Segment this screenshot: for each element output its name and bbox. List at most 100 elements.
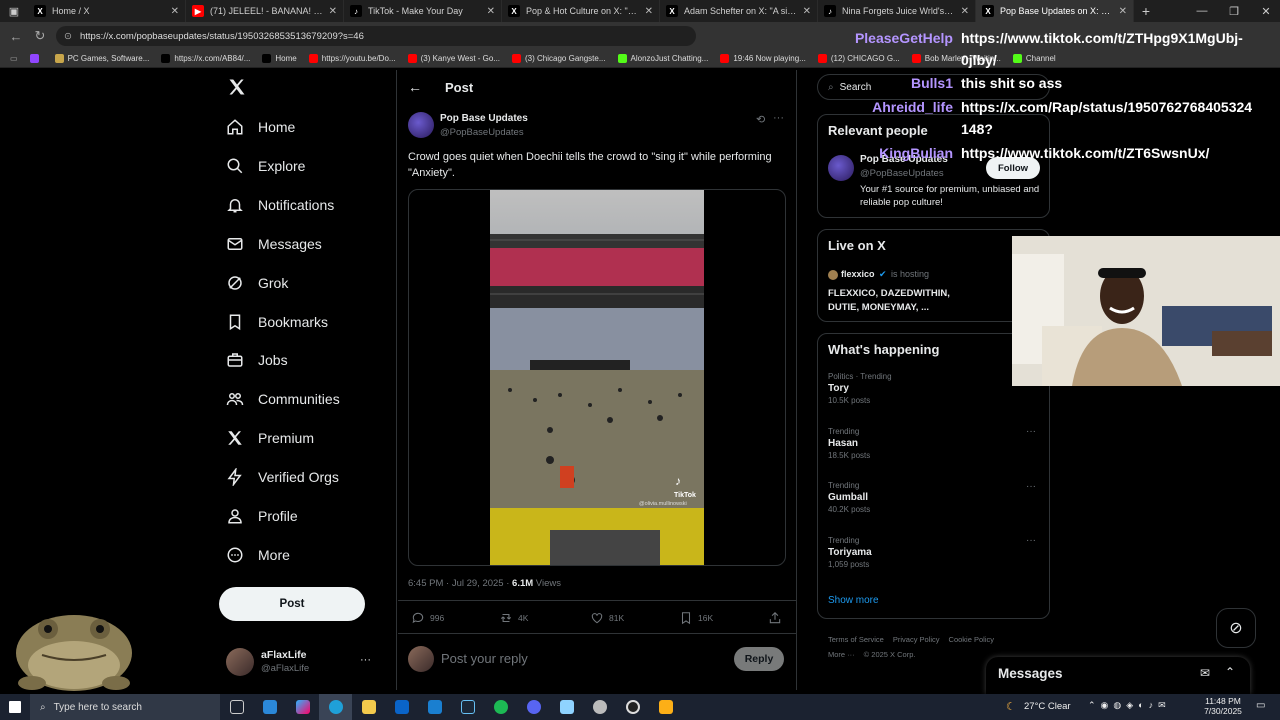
nav-item-messages[interactable]: Messages: [226, 235, 322, 253]
close-tab-icon[interactable]: ✕: [171, 6, 179, 17]
bookmark-action[interactable]: 16K: [679, 611, 713, 625]
bookmark-item[interactable]: https://youtu.be/Do...: [308, 54, 396, 63]
footer-link[interactable]: Terms of Service: [828, 635, 884, 644]
trend-more-icon[interactable]: ···: [1026, 535, 1036, 546]
trend-item[interactable]: Politics · Trending Tory 10.5K posts: [828, 372, 892, 405]
clock[interactable]: 11:48 PM 7/30/2025: [1200, 696, 1246, 716]
trend-item[interactable]: Trending Toriyama 1,059 posts: [828, 536, 872, 569]
repost-action[interactable]: 4K: [499, 611, 528, 625]
back-arrow-icon[interactable]: ←: [8, 29, 24, 44]
x-logo-icon[interactable]: [227, 77, 247, 102]
tab-2[interactable]: ♪ TikTok - Make Your Day ✕: [344, 0, 502, 22]
nav-item-verified-orgs[interactable]: Verified Orgs: [226, 468, 339, 487]
bookmark-item[interactable]: (3) Kanye West - Go...: [407, 54, 500, 63]
nav-item-jobs[interactable]: Jobs: [226, 351, 288, 369]
trend-more-icon[interactable]: ···: [1026, 481, 1036, 492]
relevant-handle[interactable]: @PopBaseUpdates: [860, 168, 944, 179]
maximize-button[interactable]: ❐: [1218, 0, 1250, 22]
tab-0[interactable]: X Home / X ✕: [28, 0, 186, 22]
system-tray[interactable]: ⌃◉◍◈◐♪✉: [1088, 700, 1171, 711]
microsoft-store-icon[interactable]: [253, 694, 286, 720]
grok-icon[interactable]: ⟲: [756, 113, 765, 126]
tab-6[interactable]: X Pop Base Updates on X: "Cr ✕: [976, 0, 1134, 22]
tab-5[interactable]: ♪ Nina Forgets Juice Wrld's Passing ✕: [818, 0, 976, 22]
author-handle[interactable]: @PopBaseUpdates: [440, 127, 524, 138]
settings-icon[interactable]: [583, 694, 616, 720]
nav-item-premium[interactable]: Premium: [226, 429, 314, 447]
site-info-icon[interactable]: ⊙: [64, 31, 72, 42]
video-player[interactable]: ♪ TikTok @olivia.mullinowski: [408, 189, 786, 566]
close-tab-icon[interactable]: ✕: [961, 6, 969, 17]
footer-link[interactable]: Privacy Policy: [893, 635, 940, 644]
calculator-icon[interactable]: [418, 694, 451, 720]
post-more-icon[interactable]: ···: [773, 112, 784, 124]
footer-link[interactable]: © 2025 X Corp.: [864, 650, 916, 659]
nav-item-communities[interactable]: Communities: [226, 390, 340, 408]
grok-float-button[interactable]: ⊘: [1216, 608, 1256, 648]
nav-item-explore[interactable]: Explore: [226, 157, 305, 175]
author-avatar[interactable]: [408, 112, 434, 138]
close-tab-icon[interactable]: ✕: [487, 6, 495, 17]
bookmark-item[interactable]: https://x.com/AB84/...: [161, 54, 250, 63]
reply-button[interactable]: Reply: [734, 647, 784, 671]
nav-item-bookmarks[interactable]: Bookmarks: [226, 313, 328, 331]
messages-drawer[interactable]: Messages ✉ ⌃: [986, 657, 1250, 694]
file-explorer-icon[interactable]: [352, 694, 385, 720]
show-more-link[interactable]: Show more: [828, 595, 879, 606]
author-name[interactable]: Pop Base Updates: [440, 113, 528, 124]
rockstar-icon[interactable]: [649, 694, 682, 720]
live-host[interactable]: flexxico: [841, 269, 875, 279]
footer-link[interactable]: Cookie Policy: [949, 635, 994, 644]
like-action[interactable]: 81K: [590, 611, 624, 625]
collapse-icon[interactable]: ⌃: [1225, 665, 1235, 679]
tab-1[interactable]: ▶ (71) JELEEL! - BANANA! (Official V ✕: [186, 0, 344, 22]
taskbar-search[interactable]: ⌕ Type here to search: [30, 694, 220, 720]
bookmark-item[interactable]: [29, 54, 43, 63]
outlook-icon[interactable]: [385, 694, 418, 720]
bookmark-item[interactable]: (3) Chicago Gangste...: [512, 54, 606, 63]
reply-action[interactable]: 996: [411, 611, 444, 625]
footer-link[interactable]: More ···: [828, 650, 855, 659]
tab-3[interactable]: X Pop & Hot Culture on X: "The be ✕: [502, 0, 660, 22]
nav-item-more[interactable]: More: [226, 546, 290, 564]
url-field[interactable]: ⊙ https://x.com/popbaseupdates/status/19…: [56, 26, 696, 46]
trend-item[interactable]: Trending Gumball 40.2K posts: [828, 481, 870, 514]
bookmark-item[interactable]: PC Games, Software...: [54, 54, 149, 63]
close-tab-icon[interactable]: ✕: [329, 6, 337, 17]
reply-input[interactable]: Post your reply: [441, 651, 528, 666]
nav-item-notifications[interactable]: Notifications: [226, 196, 334, 214]
trend-more-icon[interactable]: ···: [1026, 426, 1036, 437]
obs-icon[interactable]: [616, 694, 649, 720]
close-tab-icon[interactable]: ✕: [645, 6, 653, 17]
bookmark-item[interactable]: 19:46 Now playing...: [720, 54, 806, 63]
copilot-icon[interactable]: [286, 694, 319, 720]
apps-icon[interactable]: ▭: [10, 54, 18, 63]
tab-4[interactable]: X Adam Schefter on X: "A significa ✕: [660, 0, 818, 22]
post-button[interactable]: Post: [219, 587, 365, 621]
app-icon[interactable]: [550, 694, 583, 720]
refresh-icon[interactable]: ↻: [32, 28, 48, 44]
compose-message-icon[interactable]: ✉: [1200, 666, 1210, 680]
close-tab-icon[interactable]: ✕: [803, 6, 811, 17]
close-window-button[interactable]: ✕: [1250, 0, 1280, 22]
weather-text[interactable]: 27°C Clear: [1024, 701, 1071, 712]
notification-icon[interactable]: ▭: [1256, 700, 1265, 711]
live-space-title[interactable]: FLEXXICO, DAZEDWITHIN, DUTIE, MONEYMAY, …: [828, 287, 978, 315]
minimize-button[interactable]: —: [1186, 0, 1218, 22]
close-tab-icon[interactable]: ✕: [1119, 6, 1127, 17]
bookmark-item[interactable]: AlonzoJust Chatting...: [617, 54, 708, 63]
steam-icon[interactable]: [451, 694, 484, 720]
bookmark-item[interactable]: Channel: [1012, 54, 1056, 63]
discord-icon[interactable]: [517, 694, 550, 720]
avatar[interactable]: [226, 648, 254, 676]
share-action[interactable]: [768, 611, 782, 625]
windows-start-icon[interactable]: [0, 694, 30, 720]
nav-item-grok[interactable]: Grok: [226, 274, 288, 292]
nav-item-home[interactable]: Home: [226, 118, 295, 136]
bookmark-item[interactable]: Home: [262, 54, 297, 63]
back-arrow-icon[interactable]: ←: [408, 79, 422, 95]
spotify-icon[interactable]: [484, 694, 517, 720]
edge-icon[interactable]: [319, 694, 352, 720]
trend-item[interactable]: Trending Hasan 18.5K posts: [828, 427, 870, 460]
account-menu-icon[interactable]: ···: [360, 654, 371, 666]
